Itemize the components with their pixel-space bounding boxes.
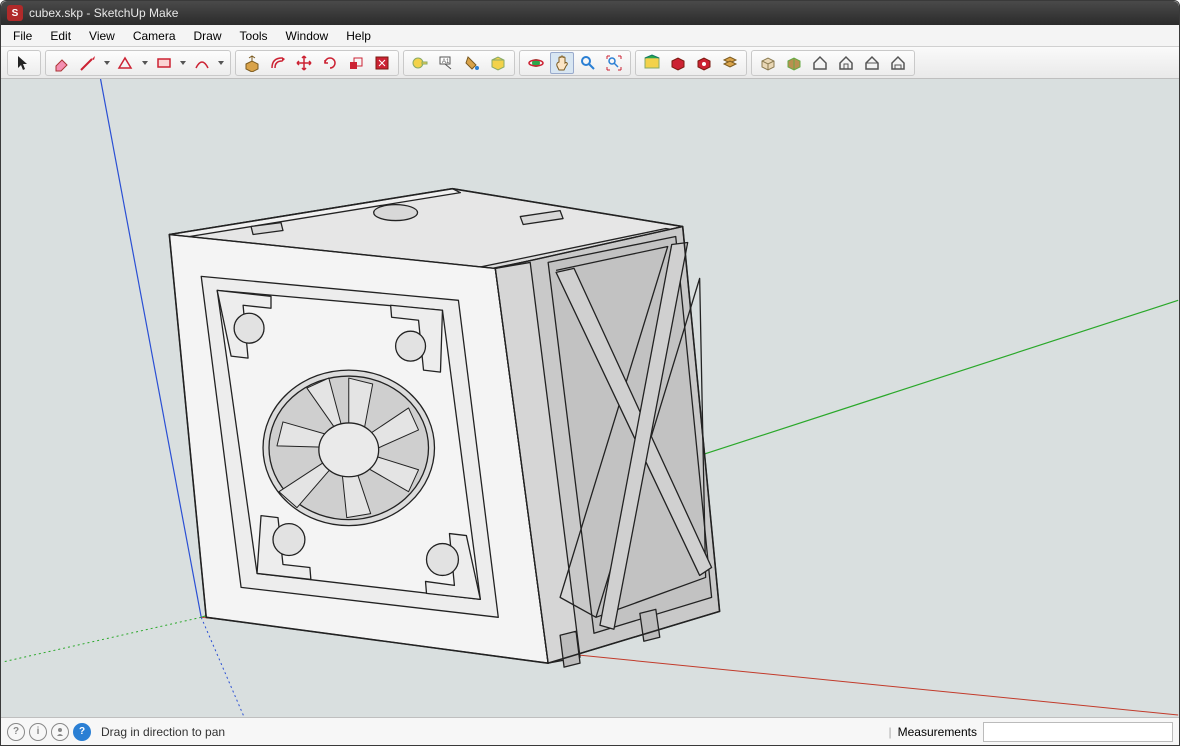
toolbar-group-warehouse — [635, 50, 747, 76]
rectangle-tool-icon[interactable] — [152, 52, 176, 74]
titlebar: S cubex.skp - SketchUp Make — [1, 1, 1179, 25]
app-icon: S — [7, 5, 23, 21]
toolbar-group-select — [7, 50, 41, 76]
line-tool-icon[interactable] — [76, 52, 100, 74]
rotate-tool-icon[interactable] — [318, 52, 342, 74]
menubar: File Edit View Camera Draw Tools Window … — [1, 25, 1179, 47]
menu-draw[interactable]: Draw — [186, 27, 230, 45]
move-tool-icon[interactable] — [292, 52, 316, 74]
toolbar-group-annotate: A1 — [403, 50, 515, 76]
status-hint: Drag in direction to pan — [101, 725, 225, 739]
credits-icon[interactable] — [51, 723, 69, 741]
geo-icon[interactable]: i — [29, 723, 47, 741]
style-house4-icon[interactable] — [886, 52, 910, 74]
components-icon[interactable] — [666, 52, 690, 74]
offset-tool-icon[interactable] — [266, 52, 290, 74]
menu-edit[interactable]: Edit — [42, 27, 79, 45]
measurements-label: Measurements — [898, 725, 977, 739]
toolbar-group-camera — [519, 50, 631, 76]
menu-file[interactable]: File — [5, 27, 40, 45]
zoom-tool-icon[interactable] — [576, 52, 600, 74]
arc-tool-dropdown-icon[interactable] — [216, 59, 226, 67]
warehouse-icon[interactable] — [640, 52, 664, 74]
scene-canvas — [1, 79, 1179, 717]
eraser-tool-icon[interactable] — [50, 52, 74, 74]
layers-icon[interactable] — [718, 52, 742, 74]
help-icon[interactable]: ? — [73, 723, 91, 741]
measurements-area: | Measurements — [889, 722, 1174, 742]
menu-view[interactable]: View — [81, 27, 123, 45]
instructor-icon[interactable]: ? — [7, 723, 25, 741]
text-tool-icon[interactable]: A1 — [434, 52, 458, 74]
viewport-3d[interactable] — [1, 79, 1179, 717]
rectangle-tool-dropdown-icon[interactable] — [178, 59, 188, 67]
measurements-input[interactable] — [983, 722, 1173, 742]
tape-tool-icon[interactable] — [408, 52, 432, 74]
followme-tool-icon[interactable] — [370, 52, 394, 74]
menu-help[interactable]: Help — [338, 27, 379, 45]
menu-window[interactable]: Window — [278, 27, 337, 45]
status-icons: ? i ? — [7, 723, 91, 741]
paint-tool-icon[interactable] — [460, 52, 484, 74]
style-house2-icon[interactable] — [834, 52, 858, 74]
arc-tool-icon[interactable] — [190, 52, 214, 74]
style-house1-icon[interactable] — [808, 52, 832, 74]
line-tool-dropdown-icon[interactable] — [102, 59, 112, 67]
style-package-icon[interactable] — [782, 52, 806, 74]
menu-tools[interactable]: Tools — [232, 27, 276, 45]
axis-green-neg — [2, 617, 201, 662]
select-tool-icon[interactable] — [12, 52, 36, 74]
toolbar-group-modify — [235, 50, 399, 76]
model-cube — [169, 189, 719, 668]
separator: | — [889, 725, 892, 739]
pan-tool-icon[interactable] — [550, 52, 574, 74]
extension-icon[interactable] — [692, 52, 716, 74]
toolbar-group-styles — [751, 50, 915, 76]
shapes-tool-icon[interactable] — [114, 52, 138, 74]
orbit-tool-icon[interactable] — [524, 52, 548, 74]
scale-tool-icon[interactable] — [344, 52, 368, 74]
menu-camera[interactable]: Camera — [125, 27, 184, 45]
axis-blue-neg — [201, 617, 244, 717]
window-title: cubex.skp - SketchUp Make — [29, 6, 178, 20]
toolbar-group-draw — [45, 50, 231, 76]
style-box-icon[interactable] — [756, 52, 780, 74]
pushpull-tool-icon[interactable] — [240, 52, 264, 74]
section-tool-icon[interactable] — [486, 52, 510, 74]
statusbar: ? i ? Drag in direction to pan | Measure… — [1, 717, 1179, 745]
svg-text:A1: A1 — [442, 59, 450, 65]
style-house3-icon[interactable] — [860, 52, 884, 74]
zoom-extents-tool-icon[interactable] — [602, 52, 626, 74]
toolbar: A1 — [1, 47, 1179, 79]
shapes-tool-dropdown-icon[interactable] — [140, 59, 150, 67]
